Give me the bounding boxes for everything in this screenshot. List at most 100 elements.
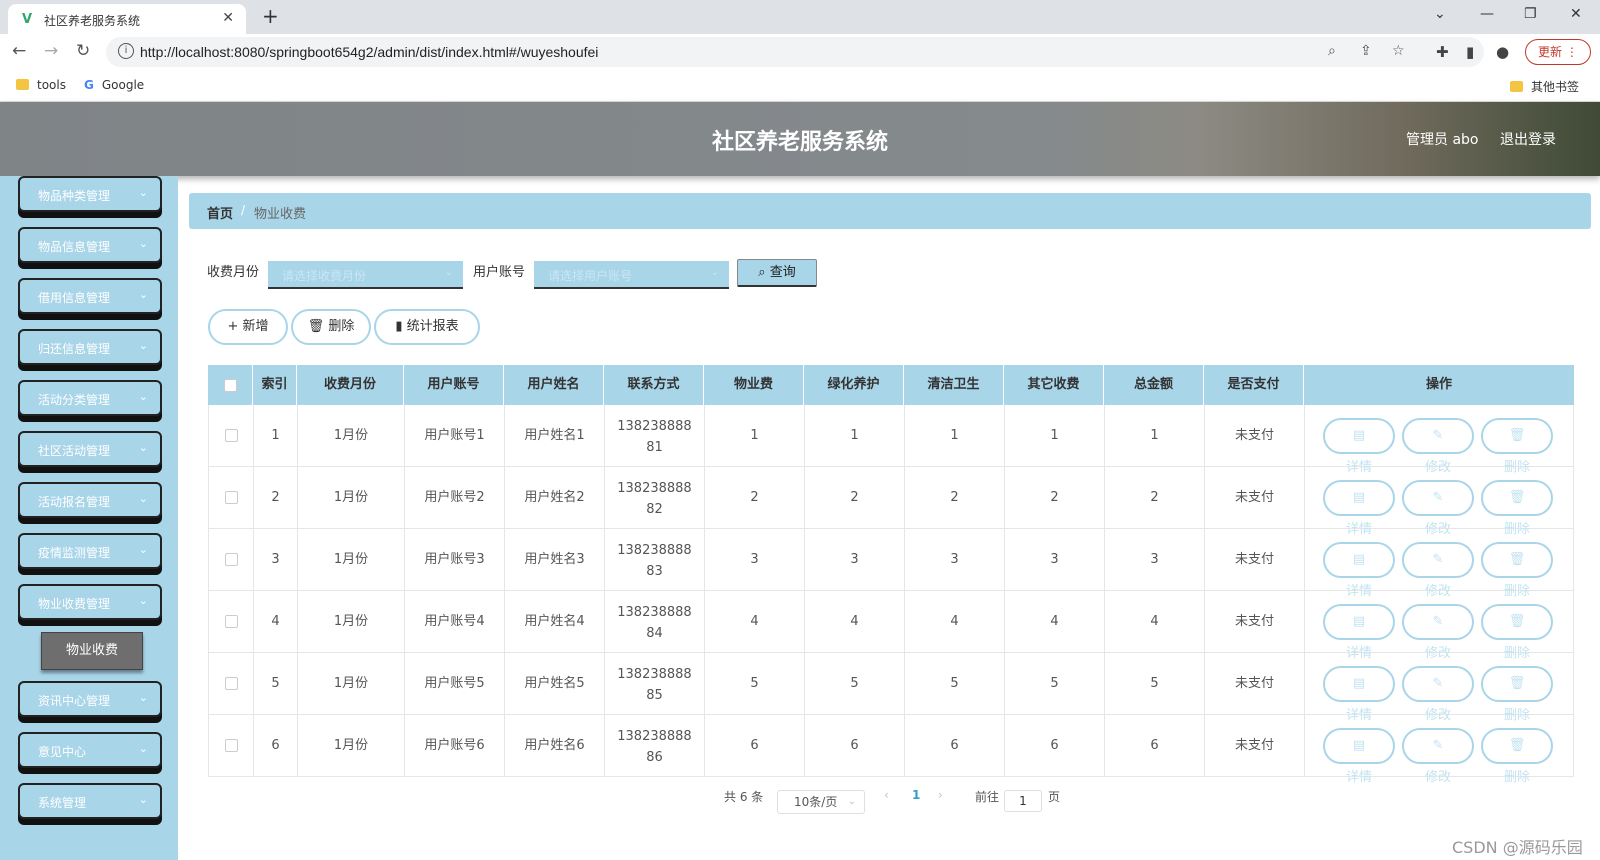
row-checkbox[interactable] <box>225 429 238 442</box>
update-button[interactable]: 更新 ⋮ <box>1525 39 1591 65</box>
edit-button[interactable]: ✎ 修改 <box>1402 480 1474 537</box>
info-icon[interactable]: i <box>118 43 134 59</box>
new-tab-icon[interactable]: + <box>262 4 279 28</box>
row-delete-button[interactable]: 🗑 删除 <box>1481 418 1553 475</box>
cell-cleaning: 4 <box>905 591 1005 653</box>
cell-account: 用户账号1 <box>405 405 505 467</box>
chevron-down-icon: ⌄ <box>138 441 148 454</box>
delete-button[interactable]: 🗑 删除 <box>291 309 371 345</box>
cell-other-fee-text: 4 <box>1050 614 1059 629</box>
cell-property-fee: 6 <box>705 715 805 777</box>
extensions-icon[interactable]: ✚ <box>1436 43 1449 61</box>
back-icon[interactable]: ← <box>12 41 26 61</box>
sidebar-subitem-property-fee[interactable]: 物业收费 <box>41 632 143 670</box>
row-delete-button[interactable]: 🗑 删除 <box>1481 542 1553 599</box>
sidebar-item-activity-category[interactable]: 活动分类管理 ⌄ <box>18 380 162 416</box>
close-tab-icon[interactable]: ✕ <box>222 10 234 26</box>
row-checkbox[interactable] <box>225 677 238 690</box>
profile-icon[interactable]: ● <box>1496 43 1509 61</box>
page-size-select[interactable]: 10条/页 ⌄ <box>777 790 865 814</box>
sidebar-item-return-info[interactable]: 归还信息管理 ⌄ <box>18 329 162 365</box>
cell-property-fee: 3 <box>705 529 805 591</box>
share-icon[interactable]: ⇪ <box>1360 43 1372 59</box>
cell-phone: 13823888884 <box>605 591 705 653</box>
goto-page-input[interactable]: 1 <box>1004 790 1042 812</box>
edit-button[interactable]: ✎ 修改 <box>1402 418 1474 475</box>
row-delete-button[interactable]: 🗑 删除 <box>1481 728 1553 785</box>
cell-name: 用户姓名1 <box>505 405 605 467</box>
side-panel-icon[interactable]: ▮ <box>1466 43 1474 61</box>
document-icon: ▤ <box>1352 490 1366 505</box>
bookmark-google[interactable]: G Google <box>84 78 144 92</box>
prev-page-icon[interactable]: ‹ <box>884 788 889 802</box>
select-all-checkbox[interactable] <box>224 379 237 392</box>
detail-button[interactable]: ▤ 详情 <box>1323 728 1395 785</box>
sidebar-item-item-info[interactable]: 物品信息管理 ⌄ <box>18 227 162 263</box>
edit-button[interactable]: ✎ 修改 <box>1402 666 1474 723</box>
row-checkbox[interactable] <box>225 491 238 504</box>
cell-total-text: 3 <box>1150 552 1159 567</box>
sidebar-item-community-activity[interactable]: 社区活动管理 ⌄ <box>18 431 162 467</box>
add-button[interactable]: + 新增 <box>208 309 288 345</box>
edit-button[interactable]: ✎ 修改 <box>1402 542 1474 599</box>
cell-greening: 6 <box>805 715 905 777</box>
cell-account-text: 用户账号4 <box>424 614 485 629</box>
row-checkbox[interactable] <box>225 615 238 628</box>
sidebar-item-feedback-center[interactable]: 意见中心 ⌄ <box>18 732 162 768</box>
cell-name: 用户姓名5 <box>505 653 605 715</box>
cell-property-fee-text: 6 <box>750 738 759 753</box>
cell-greening: 2 <box>805 467 905 529</box>
month-select[interactable]: 请选择收费月份 ⌄ <box>268 261 463 289</box>
edit-button[interactable]: ✎ 修改 <box>1402 728 1474 785</box>
browser-tab[interactable]: V 社区养老服务系统 ✕ <box>8 4 246 34</box>
sidebar-item-borrow-info[interactable]: 借用信息管理 ⌄ <box>18 278 162 314</box>
row-delete-button[interactable]: 🗑 删除 <box>1481 604 1553 661</box>
trash-icon: 🗑 <box>1508 614 1526 629</box>
zoom-icon[interactable]: ⌕ <box>1328 43 1336 59</box>
minimize-icon[interactable]: — <box>1480 6 1494 22</box>
tab-search-icon[interactable]: ⌄ <box>1434 6 1446 22</box>
bookmark-tools[interactable]: tools <box>16 78 66 92</box>
cell-paid-text: 未支付 <box>1234 614 1274 629</box>
logout-link[interactable]: 退出登录 <box>1500 129 1556 149</box>
account-select[interactable]: 请选择用户账号 ⌄ <box>534 261 729 289</box>
query-button[interactable]: ⌕ 查询 <box>737 259 817 287</box>
edit-button[interactable]: ✎ 修改 <box>1402 604 1474 661</box>
reload-icon[interactable]: ↻ <box>76 41 90 61</box>
row-checkbox[interactable] <box>225 553 238 566</box>
detail-button[interactable]: ▤ 详情 <box>1323 542 1395 599</box>
sidebar-item-activity-signup[interactable]: 活动报名管理 ⌄ <box>18 482 162 518</box>
next-page-icon[interactable]: › <box>938 788 943 802</box>
url-text[interactable]: http://localhost:8080/springboot654g2/ad… <box>140 44 598 60</box>
row-checkbox[interactable] <box>225 739 238 752</box>
sidebar-item-item-category[interactable]: 物品种类管理 ⌄ <box>18 176 162 212</box>
detail-button[interactable]: ▤ 详情 <box>1323 604 1395 661</box>
omnibox[interactable]: i http://localhost:8080/springboot654g2/… <box>106 37 1484 67</box>
cell-select <box>209 591 254 653</box>
cell-property-fee-text: 2 <box>750 490 759 505</box>
cell-paid: 未支付 <box>1205 653 1305 715</box>
detail-button[interactable]: ▤ 详情 <box>1323 480 1395 537</box>
breadcrumb-home[interactable]: 首页 <box>207 203 233 222</box>
star-icon[interactable]: ☆ <box>1392 43 1405 59</box>
forward-icon[interactable]: → <box>44 41 58 61</box>
cell-phone-text: 13823888884 <box>617 605 692 641</box>
detail-button[interactable]: ▤ 详情 <box>1323 418 1395 475</box>
detail-button[interactable]: ▤ 详情 <box>1323 666 1395 723</box>
close-window-icon[interactable]: ✕ <box>1570 6 1582 22</box>
cell-cleaning-text: 6 <box>950 738 959 753</box>
sidebar-item-epidemic-monitor[interactable]: 疫情监测管理 ⌄ <box>18 533 162 569</box>
sidebar-item-property-fee[interactable]: 物业收费管理 ⌄ <box>18 584 162 620</box>
maximize-icon[interactable]: ❐ <box>1524 6 1537 22</box>
account-label: 用户账号 <box>473 265 526 280</box>
sidebar-item-system[interactable]: 系统管理 ⌄ <box>18 783 162 819</box>
sidebar-item-news-center[interactable]: 资讯中心管理 ⌄ <box>18 681 162 717</box>
other-bookmarks[interactable]: 其他书签 <box>1510 78 1579 95</box>
report-button[interactable]: ▮ 统计报表 <box>374 309 480 345</box>
document-icon: ▤ <box>1352 676 1366 691</box>
page-number-current[interactable]: 1 <box>912 788 920 802</box>
row-delete-button[interactable]: 🗑 删除 <box>1481 666 1553 723</box>
row-delete-button[interactable]: 🗑 删除 <box>1481 480 1553 537</box>
table-row: 3 1月份 用户账号3 用户姓名3 13823888883 3 3 3 3 3 未支付 ▤ 详情 ✎ 修… <box>208 529 1574 599</box>
cell-month: 1月份 <box>298 653 405 715</box>
